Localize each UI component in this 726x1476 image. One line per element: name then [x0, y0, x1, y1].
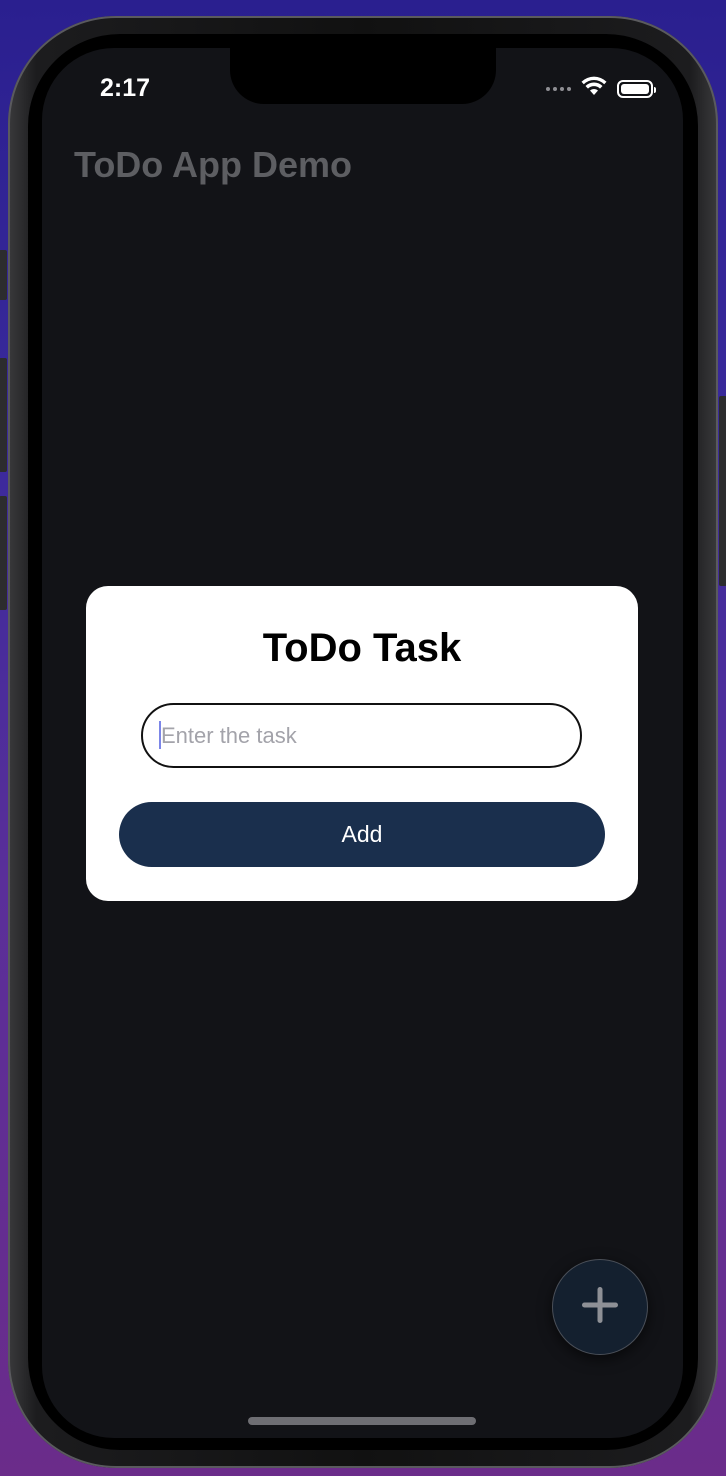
- signal-dots-icon: [546, 86, 571, 91]
- plus-icon: [580, 1285, 620, 1330]
- home-indicator[interactable]: [248, 1417, 476, 1425]
- status-time: 2:17: [100, 74, 151, 102]
- battery-icon: [617, 79, 656, 98]
- notch: [230, 48, 496, 104]
- app-title: ToDo App Demo: [74, 144, 352, 185]
- app-screen: 2:17 ToDo App Demo ToDo Task Add: [42, 48, 683, 1438]
- power-button: [719, 396, 726, 586]
- silent-switch: [0, 250, 7, 300]
- add-button[interactable]: Add: [119, 802, 605, 867]
- dialog-title: ToDo Task: [262, 626, 462, 670]
- volume-down-button: [0, 496, 7, 610]
- todo-dialog: ToDo Task Add: [86, 586, 638, 901]
- text-cursor: [159, 721, 161, 749]
- task-input[interactable]: [141, 703, 582, 768]
- volume-up-button: [0, 358, 7, 472]
- wifi-icon: [581, 76, 607, 101]
- status-icons: [546, 76, 656, 101]
- add-task-fab[interactable]: [552, 1259, 648, 1355]
